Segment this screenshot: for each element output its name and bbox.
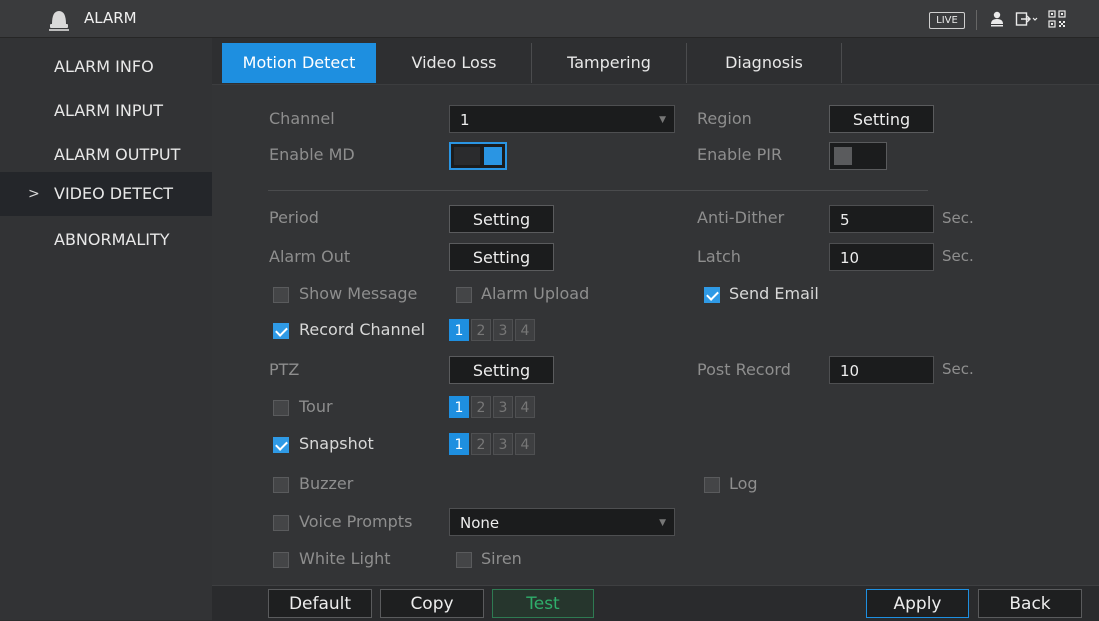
white-light-checkbox[interactable] <box>273 552 289 568</box>
log-label: Log <box>729 474 758 493</box>
region-label: Region <box>697 109 752 128</box>
sidebar-item-label: ALARM INFO <box>54 57 154 76</box>
sidebar-item-alarm-input[interactable]: ALARM INPUT <box>0 89 212 133</box>
sidebar-item-abnormality[interactable]: ABNORMALITY <box>0 218 212 262</box>
alarm-upload-checkbox[interactable] <box>456 287 472 303</box>
snapshot-checkbox[interactable] <box>273 437 289 453</box>
snapshot-label: Snapshot <box>299 434 374 453</box>
anti-dither-unit: Sec. <box>942 209 974 227</box>
sidebar-item-label: ALARM OUTPUT <box>54 145 181 164</box>
voice-prompts-value: None <box>460 514 500 532</box>
ptz-setting-button[interactable]: Setting <box>449 356 554 384</box>
buzzer-label: Buzzer <box>299 474 354 493</box>
record-channel-label: Record Channel <box>299 320 426 339</box>
alarm-out-setting-button[interactable]: Setting <box>449 243 554 271</box>
record-channel-4[interactable]: 4 <box>515 319 535 341</box>
siren-checkbox[interactable] <box>456 552 472 568</box>
record-channel-1[interactable]: 1 <box>449 319 469 341</box>
voice-prompts-label: Voice Prompts <box>299 512 413 531</box>
send-email-label: Send Email <box>729 284 819 303</box>
tour-checkbox[interactable] <box>273 400 289 416</box>
enable-pir-label: Enable PIR <box>697 145 783 164</box>
post-record-unit: Sec. <box>942 360 974 378</box>
snapshot-channel-1[interactable]: 1 <box>449 433 469 455</box>
voice-prompts-select[interactable]: None ▼ <box>449 508 675 536</box>
sidebar-item-label: ABNORMALITY <box>54 230 170 249</box>
latch-unit: Sec. <box>942 247 974 265</box>
live-button[interactable]: LIVE <box>929 12 965 29</box>
snapshot-channel-selector: 1 2 3 4 <box>449 433 537 457</box>
alarm-bell-icon <box>48 8 70 32</box>
channel-select[interactable]: 1 ▼ <box>449 105 675 133</box>
post-record-label: Post Record <box>697 360 791 379</box>
toggle-knob <box>484 147 502 165</box>
buzzer-checkbox[interactable] <box>273 477 289 493</box>
latch-input[interactable]: 10 <box>829 243 934 271</box>
sidebar-item-video-detect[interactable]: > VIDEO DETECT <box>0 172 212 216</box>
tab-diagnosis[interactable]: Diagnosis <box>687 43 842 83</box>
show-message-checkbox[interactable] <box>273 287 289 303</box>
latch-label: Latch <box>697 247 741 266</box>
chevron-right-icon: > <box>28 186 40 202</box>
period-setting-button[interactable]: Setting <box>449 205 554 233</box>
enable-pir-toggle[interactable] <box>829 142 887 170</box>
tour-channel-4[interactable]: 4 <box>515 396 535 418</box>
white-light-label: White Light <box>299 549 391 568</box>
toggle-track <box>454 147 480 165</box>
snapshot-channel-4[interactable]: 4 <box>515 433 535 455</box>
tour-channel-3[interactable]: 3 <box>493 396 513 418</box>
snapshot-channel-2[interactable]: 2 <box>471 433 491 455</box>
tour-label: Tour <box>299 397 333 416</box>
anti-dither-input[interactable]: 5 <box>829 205 934 233</box>
record-channel-3[interactable]: 3 <box>493 319 513 341</box>
tour-channel-1[interactable]: 1 <box>449 396 469 418</box>
enable-md-label: Enable MD <box>269 145 355 164</box>
tab-video-loss[interactable]: Video Loss <box>377 43 532 83</box>
anti-dither-label: Anti-Dither <box>697 208 785 227</box>
record-channel-checkbox[interactable] <box>273 323 289 339</box>
voice-prompts-checkbox[interactable] <box>273 515 289 531</box>
channel-label: Channel <box>269 109 335 128</box>
tab-bar: Motion Detect Video Loss Tampering Diagn… <box>212 38 1099 85</box>
tab-motion-detect[interactable]: Motion Detect <box>222 43 376 83</box>
sidebar: ALARM INFO ALARM INPUT ALARM OUTPUT > VI… <box>0 38 212 620</box>
toggle-knob <box>834 147 852 165</box>
logout-icon[interactable] <box>1015 10 1039 28</box>
sidebar-item-label: VIDEO DETECT <box>54 184 174 203</box>
alarm-upload-label: Alarm Upload <box>481 284 590 303</box>
region-setting-button[interactable]: Setting <box>829 105 934 133</box>
copy-button[interactable]: Copy <box>380 589 484 618</box>
period-label: Period <box>269 208 319 227</box>
back-button[interactable]: Back <box>978 589 1082 618</box>
qr-code-icon[interactable] <box>1048 10 1066 28</box>
app-title: ALARM <box>84 9 137 27</box>
alarm-out-label: Alarm Out <box>269 247 351 266</box>
default-button[interactable]: Default <box>268 589 372 618</box>
toolbar-divider <box>976 10 977 30</box>
show-message-label: Show Message <box>299 284 418 303</box>
sidebar-item-alarm-info[interactable]: ALARM INFO <box>0 45 212 89</box>
log-checkbox[interactable] <box>704 477 720 493</box>
test-button[interactable]: Test <box>492 589 594 618</box>
user-icon[interactable] <box>990 11 1004 27</box>
apply-button[interactable]: Apply <box>866 589 969 618</box>
tour-channel-selector: 1 2 3 4 <box>449 396 537 420</box>
sidebar-item-alarm-output[interactable]: ALARM OUTPUT <box>0 133 212 177</box>
channel-value: 1 <box>460 111 470 129</box>
sidebar-item-label: ALARM INPUT <box>54 101 163 120</box>
section-divider <box>268 190 928 191</box>
record-channel-selector: 1 2 3 4 <box>449 319 537 343</box>
chevron-down-icon: ▼ <box>659 518 666 528</box>
tour-channel-2[interactable]: 2 <box>471 396 491 418</box>
snapshot-channel-3[interactable]: 3 <box>493 433 513 455</box>
record-channel-2[interactable]: 2 <box>471 319 491 341</box>
post-record-input[interactable]: 10 <box>829 356 934 384</box>
siren-label: Siren <box>481 549 522 568</box>
ptz-label: PTZ <box>269 360 300 379</box>
enable-md-toggle[interactable] <box>449 142 507 170</box>
chevron-down-icon: ▼ <box>659 115 666 125</box>
tab-tampering[interactable]: Tampering <box>532 43 687 83</box>
send-email-checkbox[interactable] <box>704 287 720 303</box>
